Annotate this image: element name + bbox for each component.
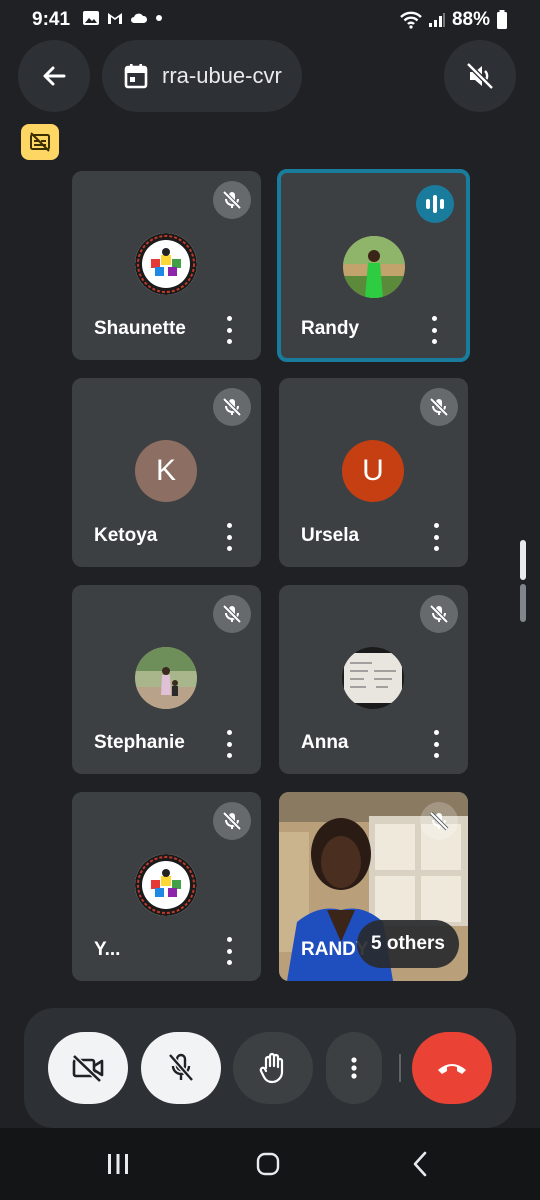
more-options-button[interactable] bbox=[219, 523, 239, 551]
participant-tile-y[interactable]: Y... bbox=[72, 792, 261, 981]
participant-tile-ursela[interactable]: U Ursela bbox=[279, 378, 468, 567]
calendar-icon bbox=[124, 64, 148, 89]
avatar: U bbox=[342, 440, 404, 502]
mic-off-icon bbox=[213, 388, 251, 426]
wifi-icon bbox=[400, 11, 422, 29]
dot-icon bbox=[156, 15, 162, 21]
battery-percent: 88% bbox=[451, 9, 490, 30]
participant-tile-ketoya[interactable]: K Ketoya bbox=[72, 378, 261, 567]
participant-tile-randy[interactable]: Randy bbox=[277, 169, 470, 362]
scrollbar-track bbox=[520, 584, 526, 622]
hand-icon bbox=[259, 1052, 284, 1084]
mic-off-icon bbox=[420, 388, 458, 426]
end-call-button[interactable] bbox=[412, 1032, 492, 1104]
mic-off-icon bbox=[420, 595, 458, 633]
status-time: 9:41 bbox=[32, 9, 71, 30]
chevron-left-icon bbox=[413, 1151, 427, 1177]
back-button[interactable] bbox=[18, 40, 90, 112]
battery-icon bbox=[497, 10, 507, 29]
profile-photo bbox=[343, 236, 405, 298]
participant-tile-shaunette[interactable]: Shaunette bbox=[72, 171, 261, 360]
mic-off-icon bbox=[213, 595, 251, 633]
profile-photo bbox=[342, 647, 404, 709]
school-logo-icon bbox=[135, 854, 197, 916]
home-button[interactable] bbox=[248, 1148, 288, 1180]
back-nav-button[interactable] bbox=[400, 1148, 440, 1180]
mic-off-icon bbox=[213, 181, 251, 219]
participant-tile-video[interactable]: RANDY 5 others bbox=[279, 792, 468, 981]
arrow-back-icon bbox=[43, 66, 66, 86]
avatar bbox=[135, 233, 197, 295]
speaker-off-icon bbox=[466, 62, 494, 90]
participant-name: Ursela bbox=[301, 525, 360, 546]
recents-icon bbox=[108, 1154, 128, 1174]
avatar-initial: U bbox=[362, 454, 384, 487]
camera-toggle-button[interactable] bbox=[48, 1032, 128, 1104]
meeting-info-button[interactable]: rra-ubue-cvr bbox=[102, 40, 302, 112]
status-bar: 9:41 88% bbox=[0, 0, 540, 40]
status-right: 88% bbox=[400, 9, 508, 31]
participant-name: Ketoya bbox=[94, 525, 158, 546]
top-bar: rra-ubue-cvr bbox=[0, 40, 540, 112]
participant-name: Y... bbox=[94, 939, 121, 960]
more-options-button[interactable] bbox=[326, 1032, 382, 1104]
camera-off-icon bbox=[72, 1054, 104, 1083]
school-logo-icon bbox=[135, 233, 197, 295]
more-options-button[interactable] bbox=[219, 937, 239, 965]
more-options-button[interactable] bbox=[424, 316, 444, 344]
controls-divider bbox=[399, 1054, 401, 1082]
speaker-toggle-button[interactable] bbox=[444, 40, 516, 112]
mic-toggle-button[interactable] bbox=[141, 1032, 221, 1104]
avatar bbox=[343, 236, 405, 298]
participant-name: Shaunette bbox=[94, 318, 186, 339]
recent-apps-button[interactable] bbox=[98, 1148, 138, 1180]
speaking-indicator-icon bbox=[416, 185, 454, 223]
participant-name: Stephanie bbox=[94, 732, 185, 753]
gmail-icon bbox=[108, 13, 122, 24]
avatar: K bbox=[135, 440, 197, 502]
avatar bbox=[342, 647, 404, 709]
cloud-icon bbox=[131, 13, 148, 23]
mic-off-icon bbox=[420, 802, 458, 840]
more-vert-icon bbox=[351, 1057, 357, 1079]
mic-off-icon bbox=[168, 1053, 194, 1082]
more-options-button[interactable] bbox=[426, 730, 446, 758]
more-options-button[interactable] bbox=[426, 523, 446, 551]
participant-tile-stephanie[interactable]: Stephanie bbox=[72, 585, 261, 774]
avatar bbox=[135, 854, 197, 916]
home-icon bbox=[256, 1152, 280, 1176]
avatar bbox=[135, 647, 197, 709]
avatar-initial: K bbox=[155, 454, 176, 487]
scrollbar-thumb[interactable] bbox=[520, 540, 526, 580]
participant-name: Anna bbox=[301, 732, 349, 753]
notification-icons bbox=[82, 10, 164, 26]
others-chip[interactable]: 5 others bbox=[357, 920, 459, 968]
captions-off-icon bbox=[30, 132, 50, 152]
mic-off-icon bbox=[213, 802, 251, 840]
participant-name: Randy bbox=[301, 318, 360, 339]
call-controls-bar bbox=[24, 1008, 516, 1128]
hang-up-icon bbox=[438, 1064, 466, 1074]
captions-off-badge[interactable] bbox=[21, 124, 59, 160]
profile-photo bbox=[135, 647, 197, 709]
system-nav-bar bbox=[0, 1128, 540, 1200]
raise-hand-button[interactable] bbox=[233, 1032, 313, 1104]
signal-icon bbox=[428, 13, 445, 27]
meeting-code: rra-ubue-cvr bbox=[162, 63, 282, 88]
gallery-icon bbox=[83, 11, 99, 25]
participant-tile-anna[interactable]: Anna bbox=[279, 585, 468, 774]
more-options-button[interactable] bbox=[219, 316, 239, 344]
more-options-button[interactable] bbox=[219, 730, 239, 758]
